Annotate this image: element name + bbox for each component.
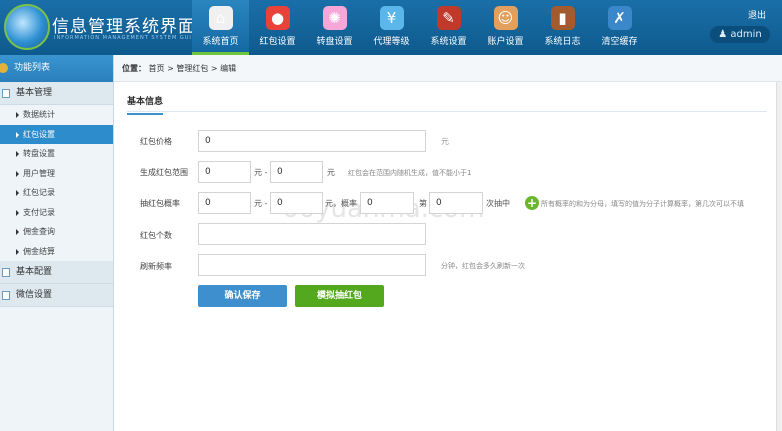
price-label: 红包价格 bbox=[140, 137, 172, 146]
range-min-input[interactable]: 0 bbox=[198, 161, 251, 183]
sidebar-title: 功能列表 bbox=[14, 63, 51, 73]
user-icon: ☺ bbox=[493, 6, 518, 30]
app-subtitle: INFORMATION MANAGEMENT SYSTEM GUI bbox=[54, 35, 192, 41]
prob-suffix: 次抽中 bbox=[486, 199, 510, 208]
plus-icon[interactable]: + bbox=[525, 196, 539, 210]
range-sep: 元 - bbox=[254, 168, 268, 177]
yen-cloud-icon: ¥ bbox=[379, 6, 404, 30]
nav-tab[interactable]: ¥ 代理等级 bbox=[363, 0, 420, 55]
book-icon: ▮ bbox=[550, 6, 575, 30]
prob-hint: 所有概率的和为分母，填写的值为分子计算概率，第几次可以不填 bbox=[541, 200, 744, 208]
nav-tab[interactable]: ☺ 账户设置 bbox=[477, 0, 534, 55]
divider bbox=[127, 111, 767, 112]
sidebar-item[interactable]: 佣金查询 bbox=[0, 222, 113, 242]
nav-tab-label: 账户设置 bbox=[487, 37, 524, 47]
nav-tab-label: 红包设置 bbox=[259, 37, 296, 47]
nav-tab[interactable]: ● 红包设置 bbox=[249, 0, 306, 55]
sidebar-item[interactable]: 转盘设置 bbox=[0, 144, 113, 164]
prob-min-input[interactable]: 0 bbox=[198, 192, 251, 214]
breadcrumb-sep: > bbox=[210, 64, 218, 73]
range-max-input[interactable]: 0 bbox=[270, 161, 323, 183]
range-unit: 元 bbox=[327, 168, 335, 177]
wheel-icon: ✺ bbox=[322, 6, 347, 30]
price-input[interactable]: 0 bbox=[198, 130, 426, 152]
sidebar-item[interactable]: 支付记录 bbox=[0, 203, 113, 223]
nav-tab-label: 转盘设置 bbox=[316, 37, 353, 47]
breadcrumb-manage[interactable]: 管理红包 bbox=[176, 64, 208, 73]
count-input[interactable] bbox=[198, 223, 426, 245]
breadcrumb-sep: > bbox=[167, 64, 174, 73]
sidebar-group-label: 微信设置 bbox=[16, 290, 53, 300]
nav-tab-label: 系统设置 bbox=[430, 37, 467, 47]
prob-sep: 元 - bbox=[254, 199, 268, 208]
list-icon bbox=[2, 291, 10, 300]
probability-input[interactable]: 0 bbox=[360, 192, 414, 214]
simulate-button[interactable]: 模拟抽红包 bbox=[295, 285, 384, 307]
collapse-icon bbox=[0, 63, 8, 73]
sidebar-group[interactable]: 基本配置 bbox=[0, 261, 113, 284]
refresh-input[interactable] bbox=[198, 254, 426, 276]
nav-tab-label: 清空缓存 bbox=[601, 37, 638, 47]
sidebar-item[interactable]: 数据统计 bbox=[0, 105, 113, 125]
sidebar-group[interactable]: 基本管理 bbox=[0, 82, 113, 105]
nth-label: 第 bbox=[419, 199, 427, 208]
sidebar-item[interactable]: 用户管理 bbox=[0, 164, 113, 184]
range-hint: 红包会在范围内随机生成，值不能小于1 bbox=[348, 169, 472, 177]
sidebar-item[interactable]: 佣金结算 bbox=[0, 242, 113, 262]
user-badge[interactable]: ♟ admin bbox=[710, 26, 770, 43]
refresh-label: 刷新频率 bbox=[140, 262, 172, 271]
home-icon: ⌂ bbox=[208, 6, 233, 30]
sidebar-group-label: 基本配置 bbox=[16, 267, 53, 277]
header: 信息管理系统界面 INFORMATION MANAGEMENT SYSTEM G… bbox=[0, 0, 782, 55]
sidebar-item[interactable]: 红包记录 bbox=[0, 183, 113, 203]
sidebar-group[interactable]: 微信设置 bbox=[0, 284, 113, 307]
sidebar-item[interactable]: 红包设置 bbox=[0, 124, 113, 144]
nav-tab-label: 系统日志 bbox=[544, 37, 581, 47]
sidebar-group-label: 基本管理 bbox=[16, 88, 53, 98]
prob-label: 抽红包概率 bbox=[140, 199, 180, 208]
prob-unit: 元，概率 bbox=[325, 199, 357, 208]
nav-tab[interactable]: ⌂ 系统首页 bbox=[192, 0, 249, 55]
count-label: 红包个数 bbox=[140, 231, 172, 240]
nav-tab[interactable]: ✎ 系统设置 bbox=[420, 0, 477, 55]
tools-icon: ✎ bbox=[436, 6, 461, 30]
nav-tab[interactable]: ✗ 清空缓存 bbox=[591, 0, 648, 55]
nav-tab[interactable]: ▮ 系统日志 bbox=[534, 0, 591, 55]
save-button[interactable]: 确认保存 bbox=[198, 285, 287, 307]
nav-tab-label: 系统首页 bbox=[202, 37, 239, 47]
clear-icon: ✗ bbox=[607, 6, 632, 30]
breadcrumb-edit: 编辑 bbox=[220, 64, 237, 73]
breadcrumb: 位置： 首页 > 管理红包 > 编辑 bbox=[114, 55, 782, 82]
nav-tab[interactable]: ✺ 转盘设置 bbox=[306, 0, 363, 55]
refresh-hint: 分钟，红包会多久刷新一次 bbox=[441, 262, 525, 270]
breadcrumb-prefix: 位置： bbox=[122, 64, 146, 73]
scrollbar[interactable] bbox=[776, 82, 782, 431]
list-icon bbox=[2, 268, 10, 277]
sidebar-header[interactable]: 功能列表 bbox=[0, 55, 113, 82]
username: admin bbox=[730, 29, 762, 40]
price-unit: 元 bbox=[441, 137, 449, 146]
red-packet-icon: ● bbox=[265, 6, 290, 30]
list-icon bbox=[2, 89, 10, 98]
logout-link[interactable]: 退出 bbox=[748, 8, 766, 21]
nav-tab-label: 代理等级 bbox=[373, 37, 410, 47]
nth-input[interactable]: 0 bbox=[429, 192, 483, 214]
app-title: 信息管理系统界面 bbox=[52, 17, 196, 37]
range-label: 生成红包范围 bbox=[140, 168, 188, 177]
prob-max-input[interactable]: 0 bbox=[270, 192, 323, 214]
breadcrumb-home[interactable]: 首页 bbox=[149, 64, 165, 73]
sidebar: 功能列表 基本管理数据统计 红包设置 转盘设置 用户管理 红包记录 支付记录 佣金查询 佣金结… bbox=[0, 55, 114, 431]
logo-globe-icon bbox=[4, 4, 50, 50]
